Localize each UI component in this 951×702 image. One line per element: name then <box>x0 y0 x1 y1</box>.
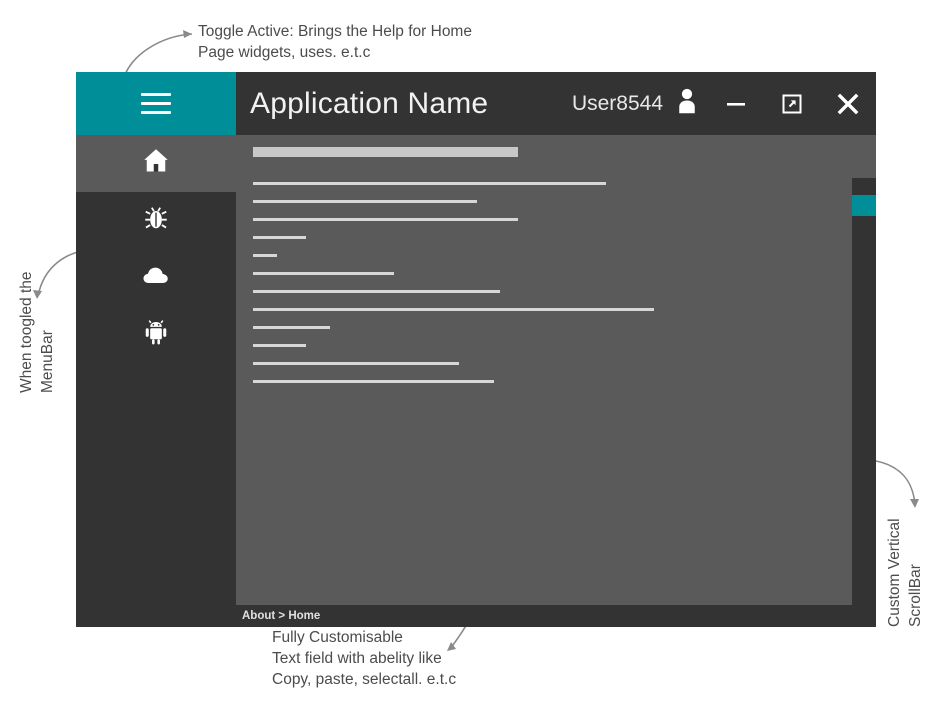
annotation-text-field: Fully Customisable Text field with abeli… <box>272 629 457 688</box>
placeholder-line <box>253 254 277 257</box>
placeholder-line <box>253 272 395 275</box>
annotation-menubar: When toogled the MenuBar <box>18 271 56 393</box>
annotation-scrollbar: Custom Vertical ScrollBar <box>886 518 924 627</box>
page-title: Application Name <box>250 86 489 120</box>
vertical-scrollbar[interactable] <box>852 178 876 605</box>
placeholder-line <box>253 182 607 185</box>
placeholder-bar <box>253 147 519 157</box>
cloud-icon <box>141 260 171 295</box>
placeholder-line <box>253 236 306 239</box>
maximize-button[interactable] <box>764 72 820 135</box>
placeholder-line <box>253 218 519 221</box>
breadcrumb: About > Home <box>242 610 321 622</box>
sidebar-item-home[interactable] <box>76 135 236 192</box>
title-bar: Application Name User8544 <box>76 72 876 135</box>
application-window: Application Name User8544 About > Home <box>76 72 876 627</box>
placeholder-line <box>253 326 330 329</box>
placeholder-line <box>253 200 477 203</box>
minimize-icon <box>727 102 745 106</box>
content-area <box>236 135 876 605</box>
close-button[interactable] <box>820 72 876 135</box>
status-bar: About > Home <box>236 605 876 627</box>
menu-toggle-button[interactable] <box>76 72 236 135</box>
close-icon <box>837 93 859 114</box>
bug-icon <box>142 204 170 237</box>
sidebar-item-bug[interactable] <box>76 192 236 249</box>
sidebar-item-cloud[interactable] <box>76 249 236 306</box>
restore-icon <box>782 94 802 113</box>
minimize-button[interactable] <box>708 72 764 135</box>
placeholder-line <box>253 290 501 293</box>
person-icon <box>672 86 702 121</box>
android-icon <box>142 318 170 351</box>
sidebar-item-android[interactable] <box>76 306 236 363</box>
user-area[interactable]: User8544 <box>572 86 702 121</box>
placeholder-lines <box>253 182 842 383</box>
placeholder-line <box>253 344 306 347</box>
placeholder-line <box>253 362 460 365</box>
placeholder-line <box>253 308 654 311</box>
sidebar <box>76 135 236 627</box>
hamburger-icon <box>141 93 171 114</box>
home-icon <box>141 146 171 181</box>
text-field[interactable] <box>253 135 842 605</box>
user-name: User8544 <box>571 91 663 115</box>
scrollbar-thumb[interactable] <box>852 195 876 217</box>
annotation-toggle-active: Toggle Active: Brings the Help for Home … <box>198 23 472 61</box>
placeholder-line <box>253 380 495 383</box>
